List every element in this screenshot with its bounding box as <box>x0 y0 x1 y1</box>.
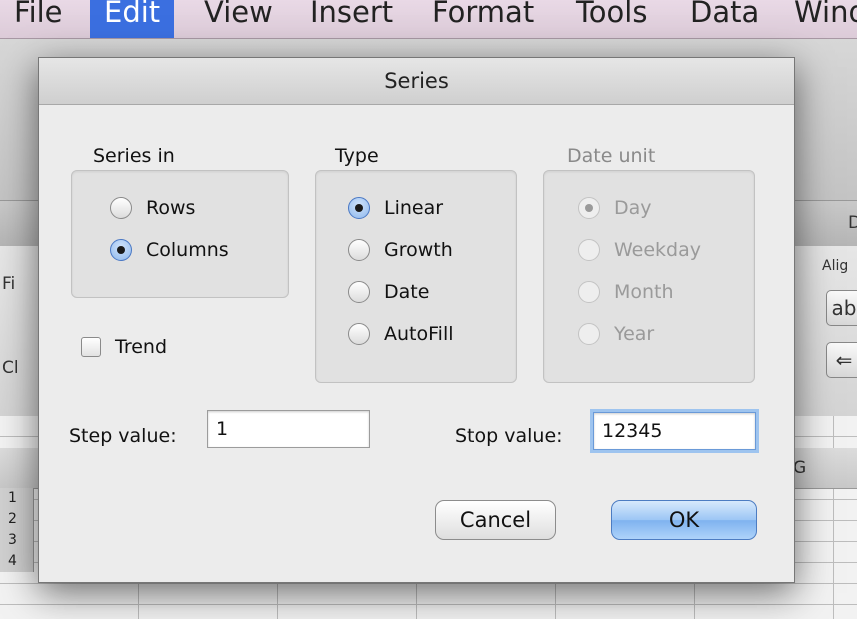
series-dialog: Series Series in Rows Columns Trend Type… <box>38 57 795 583</box>
alignment-group-label: Alig <box>822 258 849 274</box>
row-header-2: 2 <box>0 509 34 530</box>
row-header-3: 3 <box>0 530 34 551</box>
radio-linear-label: Linear <box>384 197 444 219</box>
radio-month[interactable]: Month <box>578 277 674 307</box>
trend-checkbox-row[interactable]: Trend <box>81 332 167 362</box>
menu-insert[interactable]: Insert <box>296 0 407 38</box>
series-in-label: Series in <box>93 145 175 167</box>
radio-month-label: Month <box>614 281 674 303</box>
radio-growth[interactable]: Growth <box>348 235 453 265</box>
radio-month-button[interactable] <box>578 281 600 303</box>
menu-tools[interactable]: Tools <box>562 0 661 38</box>
menu-format[interactable]: Format <box>418 0 548 38</box>
radio-day-button[interactable] <box>578 197 600 219</box>
radio-weekday-button[interactable] <box>578 239 600 261</box>
date-unit-label: Date unit <box>567 145 656 167</box>
type-label: Type <box>335 145 379 167</box>
ribbon-left-label-1: Fi <box>2 274 16 294</box>
radio-linear[interactable]: Linear <box>348 193 443 223</box>
radio-rows-button[interactable] <box>110 197 132 219</box>
trend-checkbox[interactable] <box>81 337 101 357</box>
stop-value-label: Stop value: <box>455 425 563 447</box>
menu-file[interactable]: File <box>0 0 77 38</box>
radio-rows[interactable]: Rows <box>110 193 195 223</box>
radio-growth-label: Growth <box>384 239 453 261</box>
radio-columns[interactable]: Columns <box>110 235 229 265</box>
screen: File Edit View Insert Format Tools Data … <box>0 0 857 619</box>
radio-autofill[interactable]: AutoFill <box>348 319 454 349</box>
radio-columns-button[interactable] <box>110 239 132 261</box>
radio-weekday-label: Weekday <box>614 239 702 261</box>
step-value-input[interactable] <box>207 410 370 448</box>
ok-button[interactable]: OK <box>611 500 757 540</box>
cancel-button[interactable]: Cancel <box>435 500 556 540</box>
trend-label: Trend <box>115 336 167 358</box>
ribbon-tab-label: D <box>848 213 857 233</box>
radio-date-label: Date <box>384 281 430 303</box>
radio-autofill-button[interactable] <box>348 323 370 345</box>
ribbon-left-label-2: Cl <box>2 358 19 378</box>
menu-window[interactable]: Wind <box>780 0 857 38</box>
radio-rows-label: Rows <box>146 197 196 219</box>
radio-columns-label: Columns <box>146 239 229 261</box>
radio-day[interactable]: Day <box>578 193 652 223</box>
wrap-text-button[interactable]: ab <box>826 290 857 326</box>
radio-year-button[interactable] <box>578 323 600 345</box>
radio-year[interactable]: Year <box>578 319 654 349</box>
radio-year-label: Year <box>614 323 655 345</box>
radio-date[interactable]: Date <box>348 277 429 307</box>
menu-view[interactable]: View <box>190 0 287 38</box>
radio-autofill-label: AutoFill <box>384 323 454 345</box>
step-value-label: Step value: <box>69 425 177 447</box>
type-group: Linear Growth Date AutoFill <box>315 170 517 383</box>
date-unit-group: Day Weekday Month Year <box>543 170 755 383</box>
radio-growth-button[interactable] <box>348 239 370 261</box>
radio-weekday[interactable]: Weekday <box>578 235 701 265</box>
menu-bar: File Edit View Insert Format Tools Data … <box>0 0 857 39</box>
radio-day-label: Day <box>614 197 652 219</box>
indent-button[interactable]: ⇐ <box>826 342 857 378</box>
radio-date-button[interactable] <box>348 281 370 303</box>
series-in-group: Rows Columns <box>71 170 289 298</box>
menu-data[interactable]: Data <box>676 0 773 38</box>
menu-edit[interactable]: Edit <box>90 0 175 38</box>
radio-linear-button[interactable] <box>348 197 370 219</box>
row-header-1: 1 <box>0 488 34 509</box>
dialog-title: Series <box>39 58 794 105</box>
row-header-4: 4 <box>0 551 34 572</box>
stop-value-input[interactable] <box>593 412 756 450</box>
